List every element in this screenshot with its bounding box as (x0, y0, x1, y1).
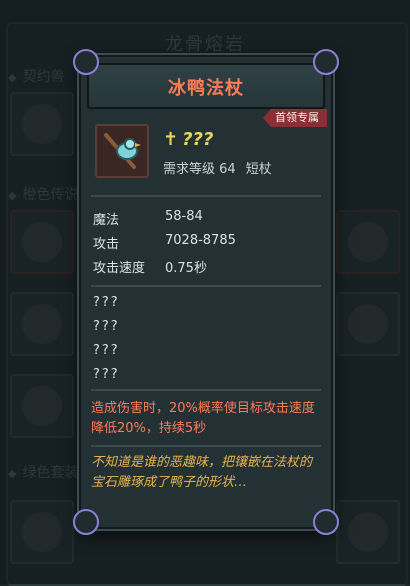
unknown-affix: ??? (93, 367, 120, 382)
stat-label: 魔法 (93, 213, 120, 228)
unknown-affix: ??? (93, 295, 120, 310)
dagger-icon: ✝ (163, 129, 179, 150)
boss-exclusive-badge: 首领专属 (263, 109, 327, 127)
item-name-row: ✝??? (163, 129, 213, 150)
stat-row-attack: 攻击 7028-8785 (93, 233, 236, 252)
stat-row-magic: 魔法 58-84 (93, 209, 203, 228)
stat-label: 攻击速度 (93, 261, 146, 276)
weapon-type: 短杖 (245, 162, 272, 177)
tooltip-header: 冰鸭法杖 (87, 63, 325, 109)
stat-value: 58-84 (165, 209, 203, 224)
stat-label: 攻击 (93, 237, 120, 252)
unknown-affix: ??? (93, 343, 120, 358)
divider (91, 195, 321, 197)
corner-ornament-icon (73, 509, 99, 535)
special-effect-text: 造成伤害时，20%概率使目标攻击速度降低20%，持续5秒 (91, 401, 315, 436)
corner-ornament-icon (313, 49, 339, 75)
duck-staff-icon (104, 133, 141, 169)
corner-ornament-icon (313, 509, 339, 535)
item-icon-frame (95, 124, 149, 178)
item-name: ??? (182, 129, 214, 150)
stat-value: 7028-8785 (165, 233, 236, 248)
stat-value: 0.75秒 (165, 261, 207, 276)
divider (91, 445, 321, 447)
item-title: 冰鸭法杖 (168, 78, 244, 99)
divider (91, 389, 321, 391)
corner-ornament-icon (73, 49, 99, 75)
unknown-affix: ??? (93, 319, 120, 334)
flavor-text: 不知道是谁的恶趣味，把镶嵌在法杖的宝石雕琢成了鸭子的形状… (91, 455, 313, 490)
item-tooltip: 冰鸭法杖 首领专属 ✝??? 需求等级 64 短杖 魔法 58-84 攻击 702… (73, 49, 339, 535)
requirement-row: 需求等级 64 短杖 (163, 158, 272, 177)
level-requirement: 需求等级 64 (163, 162, 236, 177)
divider (91, 285, 321, 287)
stat-row-attack-speed: 攻击速度 0.75秒 (93, 257, 207, 276)
